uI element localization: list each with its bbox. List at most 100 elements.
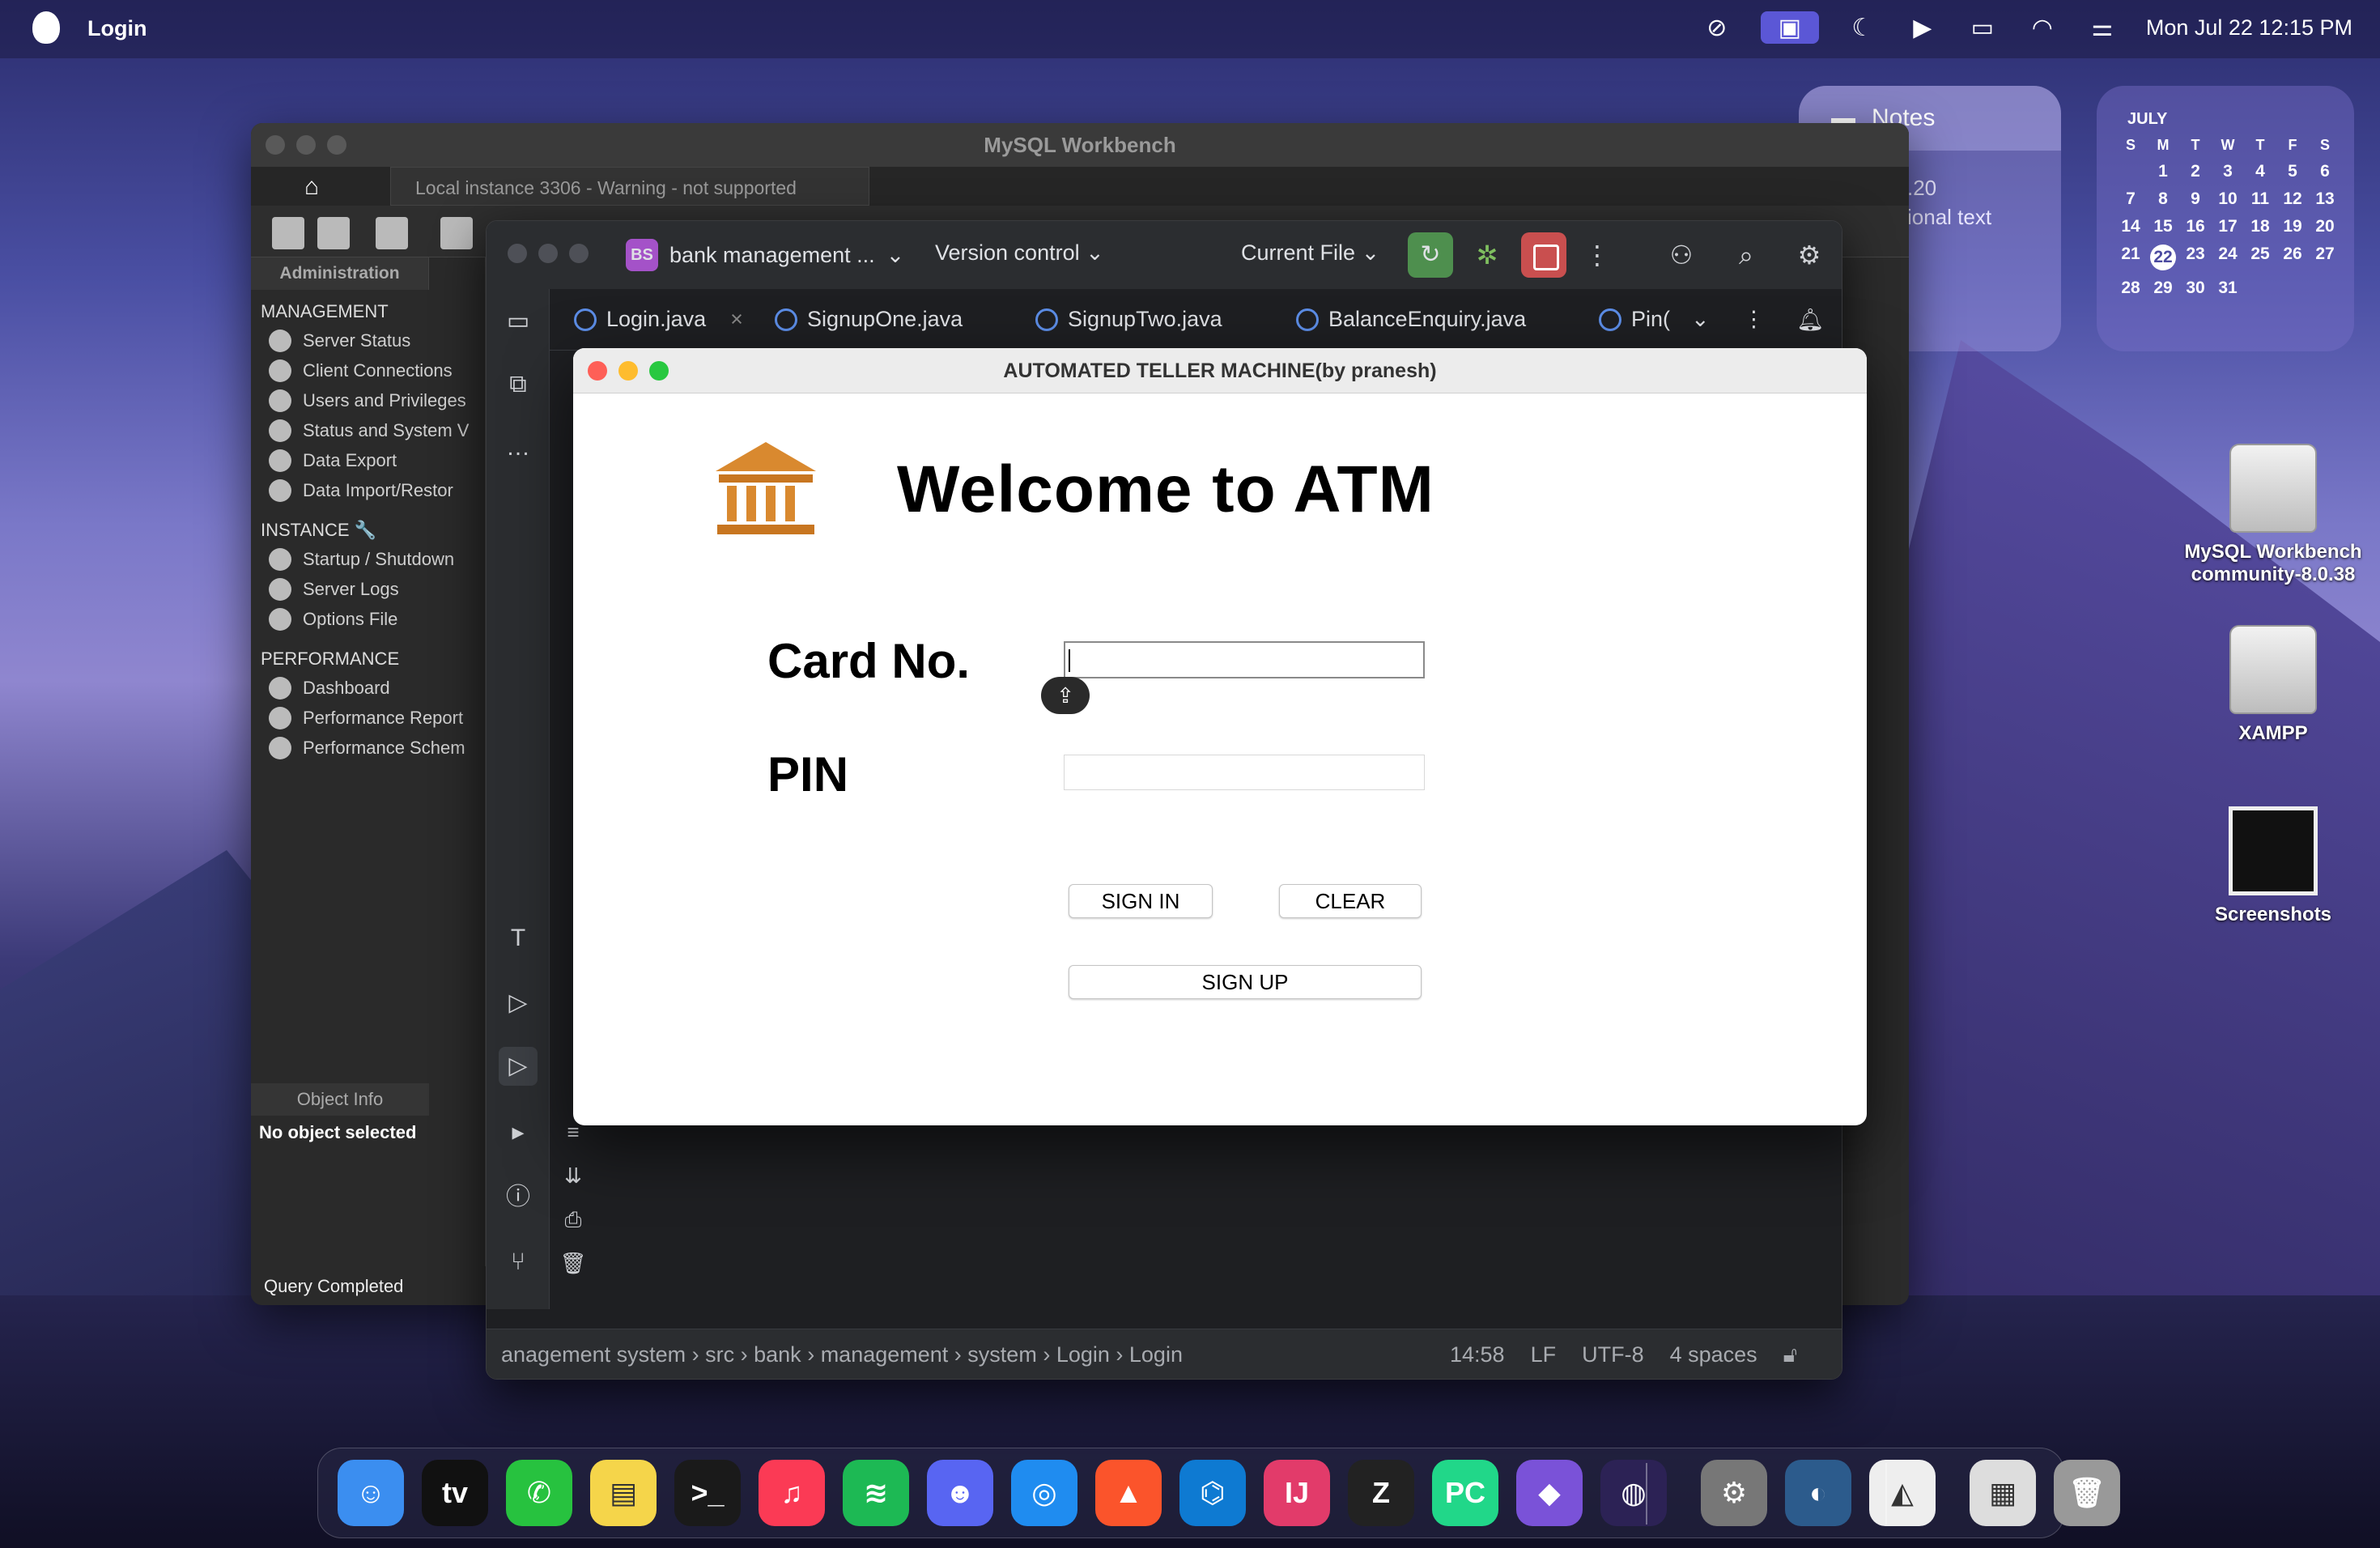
indent-setting[interactable]: 4 spaces <box>1670 1342 1757 1368</box>
dock-notes-icon[interactable]: ▤ <box>590 1460 657 1526</box>
chevron-down-icon[interactable]: ⌄ <box>1691 307 1710 332</box>
workbench-titlebar[interactable]: MySQL Workbench <box>251 123 1909 167</box>
now-playing-icon[interactable]: ▶ <box>1906 11 1939 44</box>
dock-netbeans-icon[interactable]: ◭ <box>1869 1460 1936 1526</box>
breadcrumb-item[interactable]: anagement system <box>501 1342 686 1367</box>
navigator-item[interactable]: Client Connections <box>251 352 485 382</box>
object-info-tab[interactable]: Object Info <box>251 1083 429 1116</box>
stop-icon[interactable] <box>1521 232 1566 278</box>
scroll-to-end-icon[interactable]: ⇊ <box>559 1163 587 1191</box>
tab-signuptwo-java[interactable]: SignupTwo.java <box>1035 307 1222 332</box>
notifications-bell-icon[interactable]: 🔔︎ <box>1796 307 1824 333</box>
connection-tab[interactable]: Local instance 3306 - Warning - not supp… <box>390 167 869 206</box>
home-icon[interactable]: ⌂ <box>304 173 330 200</box>
print-icon[interactable]: ⎙ <box>559 1207 587 1235</box>
breadcrumb-item[interactable]: Login <box>1056 1342 1110 1367</box>
card-number-input[interactable] <box>1064 641 1425 678</box>
navigator-item[interactable]: Performance Report <box>251 700 485 729</box>
run-config-selector[interactable]: Current File ⌄ <box>1241 240 1379 266</box>
battery-icon[interactable]: ▭ <box>1966 11 1999 44</box>
navigator-item[interactable]: Options File <box>251 601 485 631</box>
navigator-item[interactable]: Server Logs <box>251 571 485 601</box>
trash-icon[interactable]: 🗑︎ <box>559 1251 587 1278</box>
dock-vs-code-icon[interactable]: ⌬ <box>1179 1460 1246 1526</box>
tab-signupone-java[interactable]: SignupOne.java <box>775 307 963 332</box>
ide-titlebar[interactable]: BS bank management ... ⌄ Version control… <box>487 221 1842 289</box>
zoom-dot[interactable] <box>327 135 346 155</box>
build-hammer-icon[interactable]: T <box>499 919 538 958</box>
git-branch-icon[interactable]: ⑂ <box>499 1243 538 1282</box>
sign-up-button[interactable]: SIGN UP <box>1069 965 1422 999</box>
tab-balanceenquiry-java[interactable]: BalanceEnquiry.java <box>1296 307 1526 332</box>
desktop-icon-screenshots[interactable]: Screenshots <box>2184 806 2362 926</box>
atm-window[interactable]: AUTOMATED TELLER MACHINE(by pranesh) Wel… <box>573 348 1867 1125</box>
debug-bug-icon[interactable]: ✲ <box>1468 236 1507 274</box>
screen-mirroring-icon[interactable]: ▣ <box>1760 11 1819 44</box>
new-sql-tab-icon[interactable] <box>272 217 304 249</box>
lock-icon[interactable]: 🔓︎ <box>1783 1342 1798 1368</box>
dock-spotify-icon[interactable]: ≋ <box>843 1460 909 1526</box>
open-sql-script-icon[interactable] <box>317 217 350 249</box>
dock-pycharm-icon[interactable]: PC <box>1432 1460 1498 1526</box>
pin-input[interactable] <box>1064 755 1425 790</box>
minimize-dot[interactable] <box>618 361 638 381</box>
sign-in-button[interactable]: SIGN IN <box>1069 884 1213 918</box>
navigator-item[interactable]: Performance Schem <box>251 729 485 759</box>
gear-icon[interactable]: ⚙ <box>1790 236 1829 274</box>
navigator-item[interactable]: Dashboard <box>251 670 485 700</box>
version-control-menu[interactable]: Version control ⌄ <box>935 240 1104 266</box>
structure-icon[interactable]: ⧉ <box>499 365 538 404</box>
dock-finder-icon[interactable]: ☺ <box>338 1460 404 1526</box>
line-separator[interactable]: LF <box>1531 1342 1557 1368</box>
control-center-icon[interactable]: ⚌ <box>2086 11 2119 44</box>
navigator-item[interactable]: Users and Privileges <box>251 382 485 412</box>
create-schema-icon[interactable] <box>440 217 473 249</box>
navigator-item[interactable]: Data Export <box>251 442 485 472</box>
dock-preview-icon[interactable]: ▦ <box>1970 1460 2036 1526</box>
close-icon[interactable]: × <box>730 307 743 332</box>
run-icon[interactable]: ▷ <box>499 1047 538 1086</box>
navigator-item[interactable]: Startup / Shutdown <box>251 541 485 571</box>
dock-mysql-workbench-icon[interactable]: ◐ <box>1785 1460 1851 1526</box>
tab-login-java[interactable]: Login.java × <box>574 307 743 332</box>
breadcrumb-item[interactable]: bank <box>754 1342 801 1367</box>
search-icon[interactable]: ⌕ <box>1727 236 1766 274</box>
more-vertical-icon[interactable]: ⋮ <box>1743 307 1765 332</box>
apple-icon[interactable] <box>32 11 60 44</box>
tab-pin-java[interactable]: Pin( <box>1599 307 1670 332</box>
administration-tab[interactable]: Administration <box>251 257 429 290</box>
services-icon[interactable]: ▷ <box>499 984 538 1023</box>
dock-whatsapp-icon[interactable]: ✆ <box>506 1460 572 1526</box>
calendar-widget[interactable]: JULY S M T W T F S 1 2 3 4 5 6 7 8 9 10 11 12 13 14 15 16 17 18 1… <box>2097 86 2354 351</box>
clear-button[interactable]: CLEAR <box>1279 884 1422 918</box>
more-vertical-icon[interactable]: ⋮ <box>1578 236 1617 274</box>
breadcrumb-item[interactable]: system <box>967 1342 1037 1367</box>
focus-moon-icon[interactable]: ☾ <box>1847 11 1879 44</box>
wifi-icon[interactable]: ◠ <box>2026 11 2059 44</box>
breadcrumb-item[interactable]: management <box>821 1342 949 1367</box>
caret-position[interactable]: 14:58 <box>1450 1342 1505 1368</box>
project-selector[interactable]: BS bank management ... ⌄ <box>626 239 904 271</box>
breadcrumb-item[interactable]: src <box>705 1342 734 1367</box>
desktop-icon-mysql-workbench[interactable]: MySQL Workbench community-8.0.38 <box>2184 444 2362 586</box>
menu-app-name[interactable]: Login <box>87 16 147 41</box>
dock-system-settings-icon[interactable]: ⚙ <box>1701 1460 1767 1526</box>
dock-trash-icon[interactable]: 🗑︎ <box>2054 1460 2120 1526</box>
dock-zed-icon[interactable]: Z <box>1348 1460 1414 1526</box>
problems-icon[interactable]: ⓘ <box>499 1178 538 1217</box>
dock-eclipse-icon[interactable]: ◍ <box>1600 1460 1667 1526</box>
breadcrumb-item[interactable]: Login <box>1129 1342 1183 1367</box>
more-horizontal-icon[interactable]: … <box>499 428 538 467</box>
zoom-dot[interactable] <box>569 244 589 263</box>
minimize-dot[interactable] <box>296 135 316 155</box>
folder-icon[interactable]: ▭ <box>499 302 538 341</box>
zoom-dot[interactable] <box>649 361 669 381</box>
inspector-icon[interactable] <box>376 217 408 249</box>
dock-terminal-icon[interactable]: >_ <box>674 1460 741 1526</box>
rerun-icon[interactable]: ↻ <box>1408 232 1453 278</box>
dock-safari-icon[interactable]: ◎ <box>1011 1460 1077 1526</box>
dock-obsidian-icon[interactable]: ◆ <box>1516 1460 1583 1526</box>
dock-discord-icon[interactable]: ☻ <box>927 1460 993 1526</box>
dock-intellij-idea-icon[interactable]: IJ <box>1264 1460 1330 1526</box>
close-dot[interactable] <box>266 135 285 155</box>
